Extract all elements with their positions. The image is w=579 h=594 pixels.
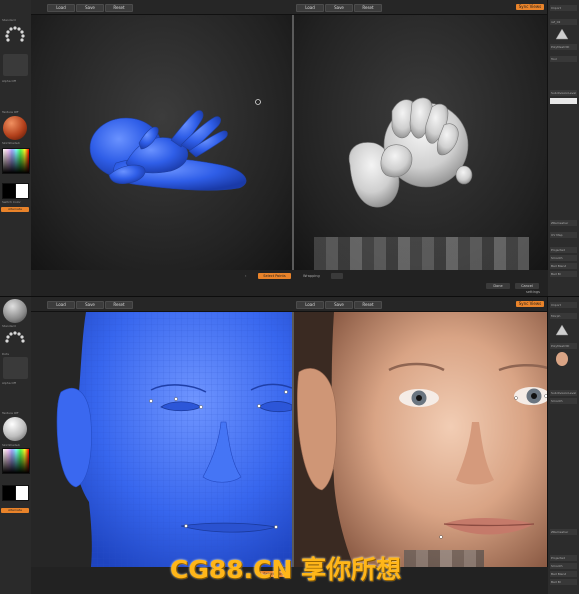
right-palette: Import ref_02 PolyMesh3D Tool Subdivisio…: [547, 0, 579, 297]
settings-label: settings: [526, 290, 540, 294]
main-color-swatch[interactable]: [2, 485, 16, 501]
right-viewport[interactable]: [294, 312, 548, 567]
secondary-color-swatch[interactable]: [15, 183, 29, 199]
alternate-button[interactable]: Alternate: [1, 508, 29, 513]
left-tool-shelf: Standard Alpha Off Texture Off SkinShade…: [0, 0, 32, 297]
smooth-label-top[interactable]: Smooth: [550, 398, 577, 404]
smooth-label[interactable]: Smooth: [550, 255, 577, 261]
brush-label: Standard: [2, 324, 16, 328]
photo-face-reference[interactable]: [294, 312, 548, 567]
bad-bl-label[interactable]: Bad Bl: [550, 271, 577, 277]
load-button[interactable]: Load: [47, 4, 75, 12]
material-label: SkinShade4: [2, 141, 20, 145]
alpha-label: Alpha Off: [2, 381, 16, 385]
zremesher-label[interactable]: ZRemesher: [550, 529, 577, 535]
reset-button[interactable]: Reset: [105, 301, 133, 309]
projected-label[interactable]: Projected: [550, 555, 577, 561]
sync-views-button[interactable]: Sync Views: [516, 4, 544, 10]
material-label: SkinShade4: [2, 443, 20, 447]
reset-button-right[interactable]: Reset: [354, 301, 382, 309]
done-button[interactable]: Done: [486, 283, 510, 289]
stroke-dots-icon[interactable]: [2, 24, 28, 50]
top-toolbar: Load Save Reset Load Save Reset Sync Vie…: [31, 297, 548, 312]
select-points-button[interactable]: Select Points: [258, 273, 291, 279]
smooth-label[interactable]: Smooth: [550, 563, 577, 569]
bad-blend-label[interactable]: Bad Blend: [550, 263, 577, 269]
cursor-ring-icon: [255, 99, 261, 105]
obscured-region: [404, 550, 484, 567]
uvmap-label[interactable]: UV Map: [550, 232, 577, 238]
tool-thumbnail-icon[interactable]: [552, 323, 572, 339]
load-button[interactable]: Load: [47, 301, 75, 309]
main-color-swatch[interactable]: [2, 183, 16, 199]
left-viewport[interactable]: [31, 312, 292, 567]
tool-thumbnail-icon[interactable]: [552, 27, 572, 43]
obscured-region: [314, 237, 529, 270]
texture-label: Texture Off: [2, 411, 19, 415]
color-picker[interactable]: [2, 448, 30, 474]
zremesher-label[interactable]: ZRemesher: [550, 220, 577, 226]
save-button-right[interactable]: Save: [325, 301, 353, 309]
import-button[interactable]: Import: [550, 302, 577, 308]
reset-button[interactable]: Reset: [105, 4, 133, 12]
reset-button-right[interactable]: Reset: [354, 4, 382, 12]
alpha-slot[interactable]: [3, 357, 28, 379]
alpha-slot[interactable]: [3, 54, 28, 76]
subdivision-label[interactable]: SubdivisionLevel: [550, 90, 577, 96]
alternate-button[interactable]: Alternate: [1, 207, 29, 212]
color-picker[interactable]: [2, 148, 30, 174]
ear-shape: [56, 387, 92, 488]
blue-hand-mesh[interactable]: [31, 15, 292, 270]
save-button-right[interactable]: Save: [325, 4, 353, 12]
projected-label[interactable]: Projected: [550, 247, 577, 253]
cancel-button[interactable]: Cancel: [515, 283, 539, 289]
brush-sphere-icon[interactable]: [3, 299, 27, 323]
prev-arrow: ‹: [245, 274, 247, 278]
alpha-label: Alpha Off: [2, 79, 16, 83]
stroke-label: Dots: [2, 352, 9, 356]
morph-label[interactable]: Morph: [550, 313, 577, 319]
left-viewport[interactable]: [31, 15, 292, 270]
secondary-color-swatch[interactable]: [15, 485, 29, 501]
material-ball-icon[interactable]: [3, 417, 27, 441]
tool-name[interactable]: ref_02: [550, 19, 577, 25]
watermark-text: CG88.CN 享你所想: [170, 555, 402, 584]
save-button[interactable]: Save: [76, 4, 104, 12]
face-thumbnail-icon[interactable]: [552, 351, 572, 367]
sync-views-button[interactable]: Sync Views: [516, 301, 544, 307]
import-button[interactable]: Import: [550, 5, 577, 11]
subdivision-label[interactable]: SubdivisionLevel: [550, 390, 577, 396]
load-button-right[interactable]: Load: [296, 4, 324, 12]
bad-blend-label[interactable]: Bad Blend: [550, 571, 577, 577]
left-tool-shelf: Standard Dots Alpha Off Texture Off Skin…: [0, 297, 32, 594]
subdivision-slider[interactable]: [550, 98, 577, 104]
switch-color-label: Switch Color: [2, 200, 21, 204]
polymesh-label[interactable]: PolyMesh3D: [550, 44, 577, 50]
bad-bl-label[interactable]: Bad Bl: [550, 579, 577, 585]
wrapping-toggle[interactable]: [331, 273, 343, 279]
top-toolbar: Load Save Reset Load Save Reset Sync Vie…: [31, 0, 548, 15]
right-viewport[interactable]: [294, 15, 548, 270]
blue-face-mesh[interactable]: [31, 312, 292, 567]
right-palette: Import Morph PolyMesh3D SubdivisionLevel…: [547, 297, 579, 594]
polymesh-label[interactable]: PolyMesh3D: [550, 343, 577, 349]
material-ball-icon[interactable]: [3, 116, 27, 140]
brush-label: Standard: [2, 18, 16, 22]
tool-label: Tool: [550, 56, 577, 62]
top-panel: Standard Alpha Off Texture Off SkinShade…: [0, 0, 579, 297]
bottom-toolbar: ‹ Select Points Wrapping Done Cancel set…: [31, 270, 548, 297]
texture-label: Texture Off: [2, 110, 19, 114]
wrapping-label: Wrapping: [303, 274, 320, 278]
white-hand-mesh[interactable]: [294, 15, 548, 270]
save-button[interactable]: Save: [76, 301, 104, 309]
load-button-right[interactable]: Load: [296, 301, 324, 309]
